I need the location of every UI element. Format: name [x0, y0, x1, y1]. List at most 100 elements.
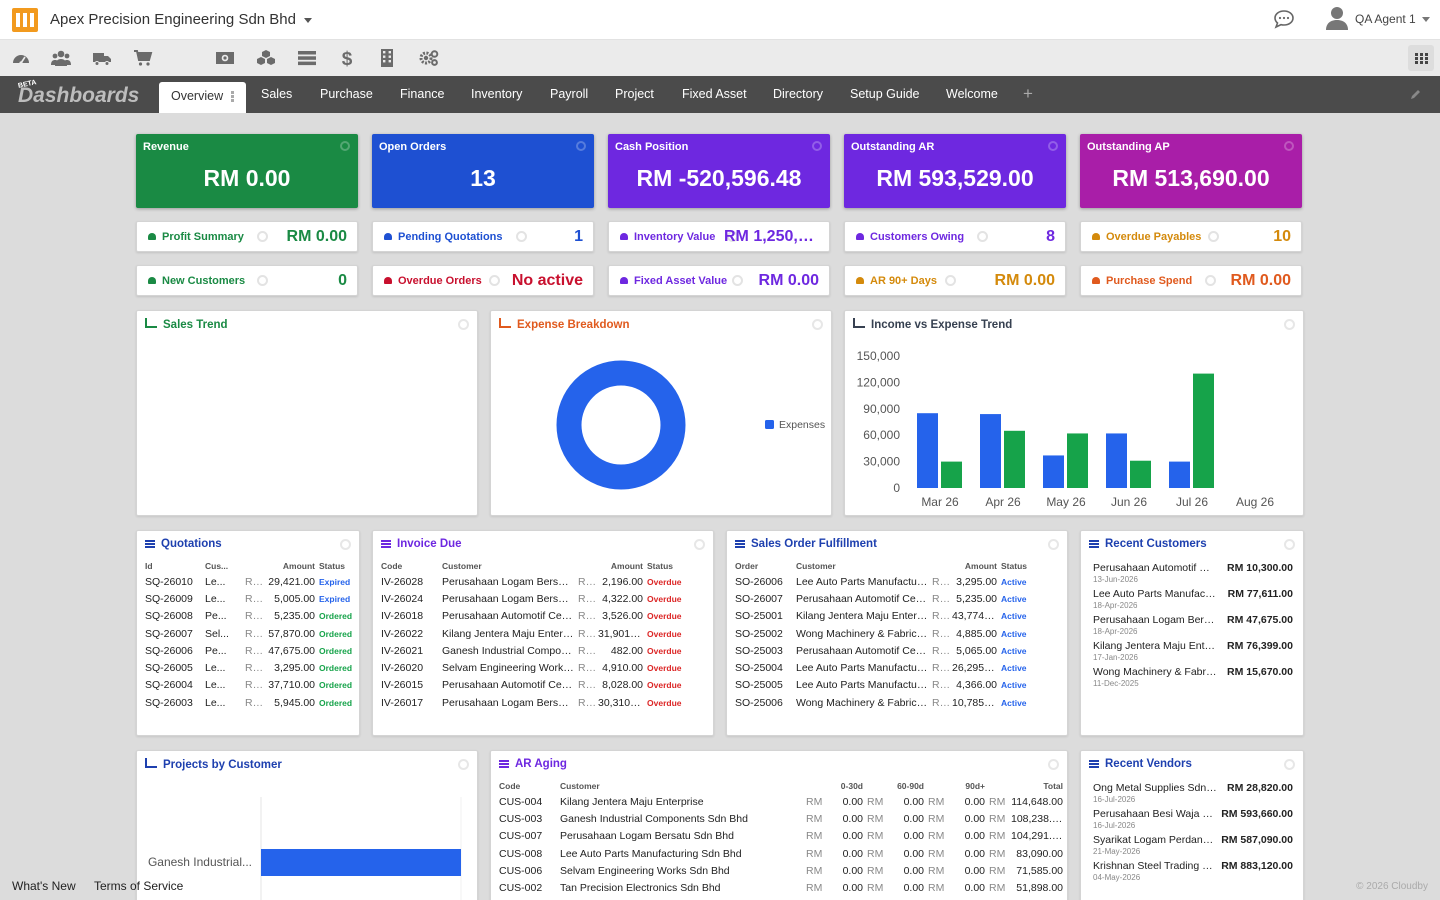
refresh-icon[interactable]: [257, 275, 268, 286]
list-item[interactable]: Perusahaan Logam Bersatu Sdn Bhd18-Apr-2…: [1093, 614, 1293, 640]
cogs-icon[interactable]: [419, 49, 439, 67]
column-header[interactable]: 0-30d: [804, 779, 865, 793]
table-row[interactable]: IV-26021 Ganesh Industrial Components Sdn…: [379, 642, 709, 659]
refresh-icon[interactable]: [1208, 231, 1219, 242]
refresh-icon[interactable]: [340, 141, 350, 151]
tab-sales[interactable]: Sales: [261, 84, 292, 105]
table-row[interactable]: CUS-006 Selvam Engineering Works Sdn Bhd R…: [497, 862, 1065, 879]
kpi-card-cash-position[interactable]: Cash Position RM -520,596.48: [608, 134, 830, 208]
column-header[interactable]: Cus...: [203, 559, 243, 573]
refresh-icon[interactable]: [977, 231, 988, 242]
table-row[interactable]: SQ-26006 Pe... RM 47,675.00 Ordered: [143, 642, 359, 659]
column-header[interactable]: Customer: [794, 559, 930, 573]
column-header[interactable]: Amount: [243, 559, 317, 573]
edit-pencil-icon[interactable]: [1410, 88, 1422, 100]
table-row[interactable]: SO-25004 Lee Auto Parts Manufacturing Sdn…: [733, 659, 1063, 676]
company-switcher[interactable]: Apex Precision Engineering Sdn Bhd: [50, 11, 312, 28]
refresh-icon[interactable]: [257, 231, 268, 242]
tab-directory[interactable]: Directory: [773, 84, 823, 105]
list-item[interactable]: Lee Auto Parts Manufacturing Sdn Bhd18-A…: [1093, 588, 1293, 614]
column-header[interactable]: 90d+: [926, 779, 987, 793]
table-row[interactable]: IV-26018 Perusahaan Automotif CemerlangRM…: [379, 608, 709, 625]
list-item[interactable]: Perusahaan Automotif Cemerlang13-Jun-202…: [1093, 562, 1293, 588]
table-row[interactable]: SO-25006 Wong Machinery & Fabrication RM 10…: [733, 694, 1063, 711]
tab-setup-guide[interactable]: Setup Guide: [850, 84, 920, 105]
column-header[interactable]: Status: [999, 559, 1063, 573]
refresh-icon[interactable]: [732, 275, 743, 286]
table-row[interactable]: CUS-007 Perusahaan Logam Bersatu Sdn Bhd R…: [497, 828, 1065, 845]
table-row[interactable]: SO-25002 Wong Machinery & Fabrication RM 4,…: [733, 625, 1063, 642]
refresh-icon[interactable]: [1048, 539, 1059, 550]
table-row[interactable]: SQ-26009 Le... RM 5,005.00 Expired: [143, 590, 359, 607]
refresh-icon[interactable]: [812, 141, 822, 151]
table-row[interactable]: IV-26022 Kilang Jentera Maju Enterprise RM…: [379, 625, 709, 642]
terms-of-service-link[interactable]: Terms of Service: [94, 879, 183, 893]
stat-card-new-customers[interactable]: New Customers 0: [136, 265, 358, 296]
building-icon[interactable]: [377, 49, 397, 67]
stat-card-overdue-orders[interactable]: Overdue Orders No active: [372, 265, 594, 296]
refresh-icon[interactable]: [1284, 539, 1295, 550]
refresh-icon[interactable]: [1048, 759, 1059, 770]
refresh-icon[interactable]: [516, 231, 527, 242]
column-header[interactable]: Status: [645, 559, 709, 573]
column-header[interactable]: Code: [497, 779, 558, 793]
table-row[interactable]: IV-26015 Perusahaan Automotif CemerlangRM…: [379, 677, 709, 694]
dashboard-icon[interactable]: [11, 49, 31, 67]
refresh-icon[interactable]: [489, 275, 500, 286]
list-item[interactable]: Syarikat Logam Perdana Sdn Bhd21-May-202…: [1093, 834, 1293, 860]
table-row[interactable]: CUS-003 Ganesh Industrial Components Sdn …: [497, 810, 1065, 827]
refresh-icon[interactable]: [1284, 759, 1295, 770]
column-header[interactable]: Order: [733, 559, 794, 573]
table-row[interactable]: SO-26006 Lee Auto Parts Manufacturing Sdn…: [733, 573, 1063, 590]
stat-card-profit-summary[interactable]: Profit Summary RM 0.00: [136, 221, 358, 252]
server-icon[interactable]: [297, 49, 317, 67]
users-icon[interactable]: [51, 49, 71, 67]
stat-card-customers-owing[interactable]: Customers Owing 8: [844, 221, 1066, 252]
column-header[interactable]: Code: [379, 559, 440, 573]
table-row[interactable]: SO-26007 Perusahaan Automotif CemerlangRM…: [733, 590, 1063, 607]
tab-menu-icon[interactable]: [231, 95, 235, 99]
tab-finance[interactable]: Finance: [400, 84, 444, 105]
table-row[interactable]: SO-25003 Perusahaan Automotif CemerlangRM…: [733, 642, 1063, 659]
company-logo-icon[interactable]: [12, 8, 38, 32]
kpi-card-outstanding-ap[interactable]: Outstanding AP RM 513,690.00: [1080, 134, 1302, 208]
tab-payroll[interactable]: Payroll: [550, 84, 588, 105]
list-item[interactable]: Ong Metal Supplies Sdn Bhd 16-Jul-2026 RM …: [1093, 782, 1293, 808]
table-row[interactable]: CUS-002 Tan Precision Electronics Sdn Bhd…: [497, 879, 1065, 896]
stat-card-purchase-spend[interactable]: Purchase Spend RM 0.00: [1080, 265, 1302, 296]
table-row[interactable]: SQ-26004 Le... RM 37,710.00 Ordered: [143, 677, 359, 694]
user-avatar-icon[interactable]: [1326, 6, 1348, 30]
truck-icon[interactable]: [92, 49, 112, 67]
kpi-card-revenue[interactable]: Revenue RM 0.00: [136, 134, 358, 208]
refresh-icon[interactable]: [340, 539, 351, 550]
refresh-icon[interactable]: [1205, 275, 1216, 286]
table-row[interactable]: IV-26024 Perusahaan Logam Bersatu Sdn Bhd…: [379, 590, 709, 607]
list-item[interactable]: Kilang Jentera Maju Enterprise17-Jan-202…: [1093, 640, 1293, 666]
table-row[interactable]: SQ-26008 Pe... RM 5,235.00 Ordered: [143, 608, 359, 625]
kpi-card-open-orders[interactable]: Open Orders 13: [372, 134, 594, 208]
table-row[interactable]: IV-26028 Perusahaan Logam Bersatu Sdn Bhd…: [379, 573, 709, 590]
column-header[interactable]: Id: [143, 559, 203, 573]
chat-icon[interactable]: [1273, 9, 1295, 29]
money-icon[interactable]: [215, 49, 235, 67]
dollar-icon[interactable]: $: [337, 49, 357, 67]
table-row[interactable]: IV-26020 Selvam Engineering Works Sdn Bhd…: [379, 659, 709, 676]
column-header[interactable]: 60-90d: [865, 779, 926, 793]
table-row[interactable]: SO-25005 Lee Auto Parts Manufacturing Sdn…: [733, 677, 1063, 694]
table-row[interactable]: SQ-26003 Le... RM 5,945.00 Ordered: [143, 694, 359, 711]
whats-new-link[interactable]: What's New: [12, 879, 76, 893]
cart-icon[interactable]: [133, 49, 153, 67]
add-tab-button[interactable]: +: [1023, 84, 1033, 104]
refresh-icon[interactable]: [1284, 141, 1294, 151]
column-header[interactable]: Total: [987, 779, 1065, 793]
tab-fixed-asset[interactable]: Fixed Asset: [682, 84, 747, 105]
column-header[interactable]: Customer: [558, 779, 804, 793]
column-header[interactable]: Amount: [930, 559, 999, 573]
tab-inventory[interactable]: Inventory: [471, 84, 522, 105]
list-item[interactable]: Perusahaan Besi Waja Sdn Bhd16-Jul-2026 R…: [1093, 808, 1293, 834]
refresh-icon[interactable]: [945, 275, 956, 286]
tab-project[interactable]: Project: [615, 84, 654, 105]
table-row[interactable]: IV-26017 Perusahaan Logam Bersatu Sdn Bhd…: [379, 694, 709, 711]
column-header[interactable]: Amount: [576, 559, 645, 573]
table-row[interactable]: CUS-008 Lee Auto Parts Manufacturing Sdn …: [497, 845, 1065, 862]
